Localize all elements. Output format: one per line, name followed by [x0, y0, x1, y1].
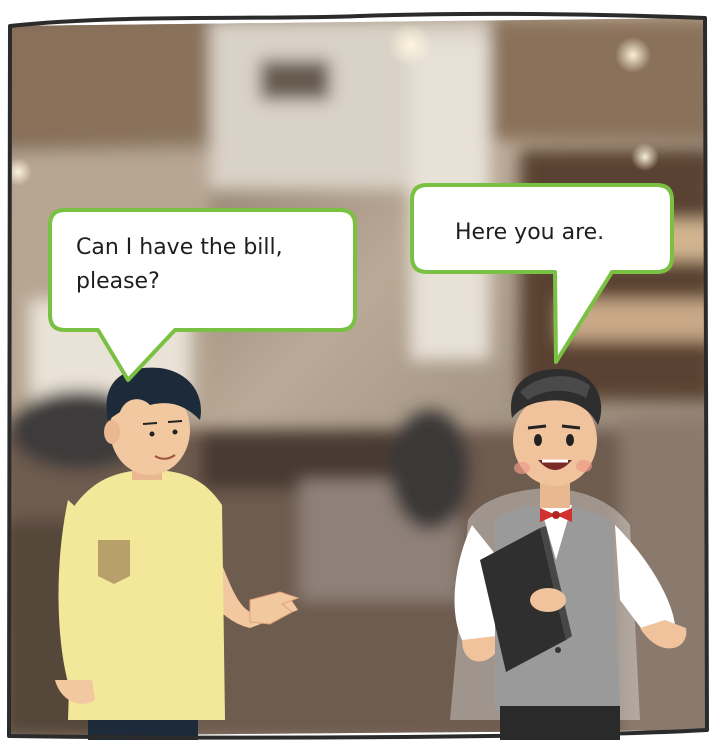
customer-speech-text: Can I have the bill, please?: [76, 235, 283, 294]
scene-illustration: [7, 11, 709, 740]
waiter-speech-text: Here you are.: [455, 220, 605, 245]
comic-panel: Can I have the bill, please? Here you ar…: [0, 0, 715, 740]
